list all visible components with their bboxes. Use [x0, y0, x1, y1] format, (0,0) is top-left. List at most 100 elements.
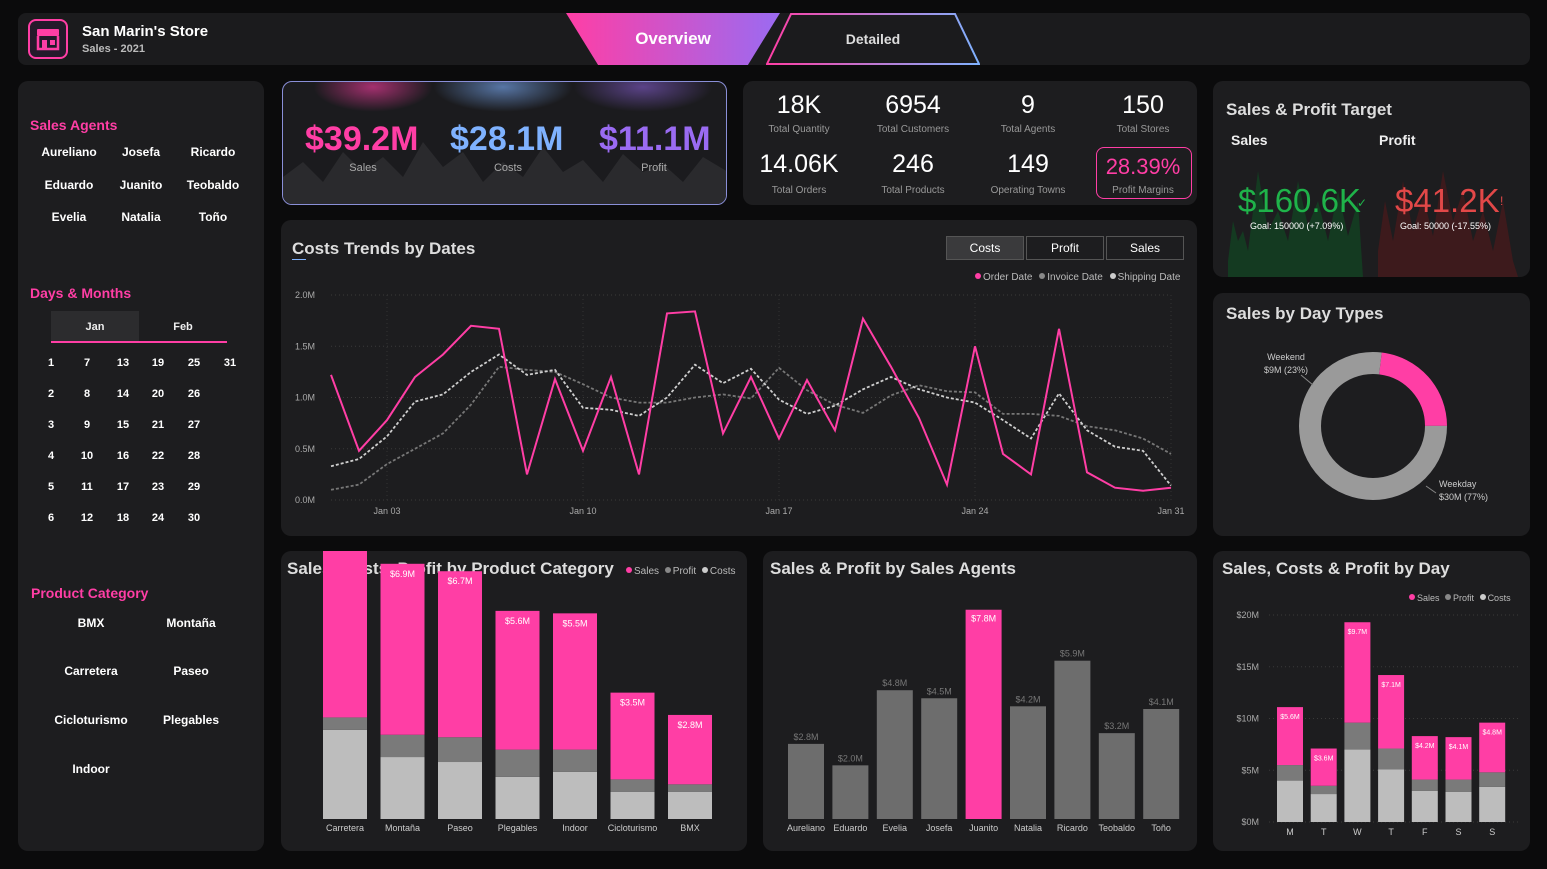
category-filter-3[interactable]: Paseo	[141, 664, 241, 678]
day-filter-25[interactable]: 29	[179, 481, 209, 493]
bar-category-label: BMX	[680, 823, 700, 833]
stat-label-4: Total Orders	[771, 185, 827, 196]
day-filter-23[interactable]: 17	[108, 481, 138, 493]
month-feb[interactable]: Feb	[139, 311, 227, 343]
day-ytick: $10M	[1236, 714, 1259, 724]
daytypes-panel: Sales by Day Types Weekend $9M (23%) Weekd…	[1213, 293, 1530, 536]
bar-profit	[1344, 722, 1371, 750]
stats-card: 18K Total Quantity 6954 Total Customers 9 Tot…	[743, 81, 1197, 205]
bar-value-label: $6.7M	[447, 576, 472, 586]
category-filter-1[interactable]: Montaña	[141, 616, 241, 630]
day-filter-18[interactable]: 16	[108, 450, 138, 462]
day-filter-9[interactable]: 20	[143, 388, 173, 400]
day-filter-27[interactable]: 12	[72, 512, 102, 524]
day-filter-5[interactable]: 31	[215, 357, 245, 369]
bar-profit	[380, 734, 425, 758]
target-sales-goal: Goal: 150000 (+7.09%)	[1250, 221, 1344, 231]
category-filter-0[interactable]: BMX	[41, 616, 141, 630]
bar-sales	[495, 610, 540, 750]
day-filter-16[interactable]: 4	[36, 450, 66, 462]
bar-value-label: $5.6M	[1280, 714, 1300, 721]
month-jan[interactable]: Jan	[51, 311, 139, 343]
day-filter-10[interactable]: 26	[179, 388, 209, 400]
bar-costs	[438, 762, 482, 819]
bar-sales	[1310, 748, 1337, 786]
day-filter-3[interactable]: 19	[143, 357, 173, 369]
category-filter-4[interactable]: Cicloturismo	[41, 713, 141, 727]
bar-category-label: M	[1286, 827, 1294, 837]
bar-profit	[553, 749, 597, 772]
trend-xtick: Jan 10	[569, 506, 596, 516]
day-filter-15[interactable]: 27	[179, 419, 209, 431]
day-filter-12[interactable]: 9	[72, 419, 102, 431]
stat-label-2: Total Agents	[1000, 124, 1056, 135]
agent-filter-5[interactable]: Teobaldo	[163, 178, 263, 192]
bar-costs	[323, 729, 367, 819]
day-filter-19[interactable]: 22	[143, 450, 173, 462]
day-filter-20[interactable]: 28	[179, 450, 209, 462]
day-filter-11[interactable]: 3	[36, 419, 66, 431]
agent-bar	[788, 743, 824, 819]
day-filter-14[interactable]: 21	[143, 419, 173, 431]
bar-profit	[438, 737, 482, 763]
category-chart: $8.2MCarretera$6.9MMontaña$6.7MPaseo$5.6…	[323, 551, 712, 833]
bar-sales	[380, 563, 425, 735]
day-filter-21[interactable]: 5	[36, 481, 66, 493]
day-filter-1[interactable]: 7	[72, 357, 102, 369]
day-filter-7[interactable]: 8	[72, 388, 102, 400]
day-ytick: $0M	[1241, 817, 1259, 827]
day-filter-0[interactable]: 1	[36, 357, 66, 369]
agent-bar-label: $2.8M	[793, 732, 818, 742]
agent-filter-2[interactable]: Ricardo	[163, 145, 263, 159]
day-filter-28[interactable]: 18	[108, 512, 138, 524]
target-title: Sales & Profit Target	[1226, 100, 1392, 119]
kpi-costs-label: Costs	[493, 162, 523, 174]
agent-bar-label: $5.9M	[1060, 649, 1085, 659]
weekend-value: $9M (23%)	[1264, 365, 1308, 375]
day-filter-26[interactable]: 6	[36, 512, 66, 524]
bar-category-label: F	[1422, 827, 1428, 837]
category-filter-2[interactable]: Carretera	[41, 664, 141, 678]
bar-costs	[1445, 791, 1472, 822]
kpi-profit-label: Profit	[641, 162, 667, 174]
bar-profit	[1411, 779, 1438, 791]
day-filter-17[interactable]: 10	[72, 450, 102, 462]
target-card: Sales & Profit Target Sales Profit $160.…	[1213, 81, 1530, 277]
day-filter-13[interactable]: 15	[108, 419, 138, 431]
day-filter-29[interactable]: 24	[143, 512, 173, 524]
trend-chart: 0.0M 0.5M 1.0M 1.5M 2.0M Jan 03 Jan 10 Jan 17 Ja…	[295, 290, 1185, 516]
target-profit-value: $41.2K	[1395, 182, 1500, 219]
agent-bar-label: $7.8M	[971, 614, 996, 624]
category-filter-5[interactable]: Plegables	[141, 713, 241, 727]
agent-filter-8[interactable]: Toño	[163, 210, 263, 224]
stat-label-7: Profit Margins	[1112, 185, 1174, 196]
tab-overview[interactable]: Overview	[566, 13, 780, 65]
bar-sales	[323, 551, 367, 718]
bar-value-label: $5.5M	[562, 618, 587, 628]
day-filter-2[interactable]: 13	[108, 357, 138, 369]
trend-ytick: 0.5M	[295, 444, 315, 454]
bar-costs	[1411, 790, 1438, 822]
bar-profit	[323, 717, 367, 730]
day-filter-6[interactable]: 2	[36, 388, 66, 400]
bar-category-label: Montaña	[385, 823, 420, 833]
bar-value-label: $3.6M	[1314, 756, 1334, 763]
day-filter-24[interactable]: 23	[143, 481, 173, 493]
bar-profit	[1277, 765, 1303, 781]
day-ytick: $20M	[1236, 610, 1259, 620]
tab-detailed[interactable]: Detailed	[766, 13, 980, 65]
day-filter-22[interactable]: 11	[72, 481, 102, 493]
day-filter-4[interactable]: 25	[179, 357, 209, 369]
store-subtitle: Sales - 2021	[82, 43, 145, 55]
agent-bar	[965, 609, 1002, 819]
category-filter-6[interactable]: Indoor	[41, 762, 141, 776]
day-filter-30[interactable]: 30	[179, 512, 209, 524]
category-panel: Sales, Costs, Profit by Product Category…	[281, 551, 747, 851]
bar-costs	[610, 791, 655, 819]
bar-category-label: Plegables	[498, 823, 538, 833]
agent-category-label: Ricardo	[1057, 823, 1088, 833]
agent-category-label: Teobaldo	[1099, 823, 1136, 833]
kpi-sales: $39.2M	[305, 120, 419, 158]
day-filter-8[interactable]: 14	[108, 388, 138, 400]
bar-category-label: S	[1489, 827, 1495, 837]
